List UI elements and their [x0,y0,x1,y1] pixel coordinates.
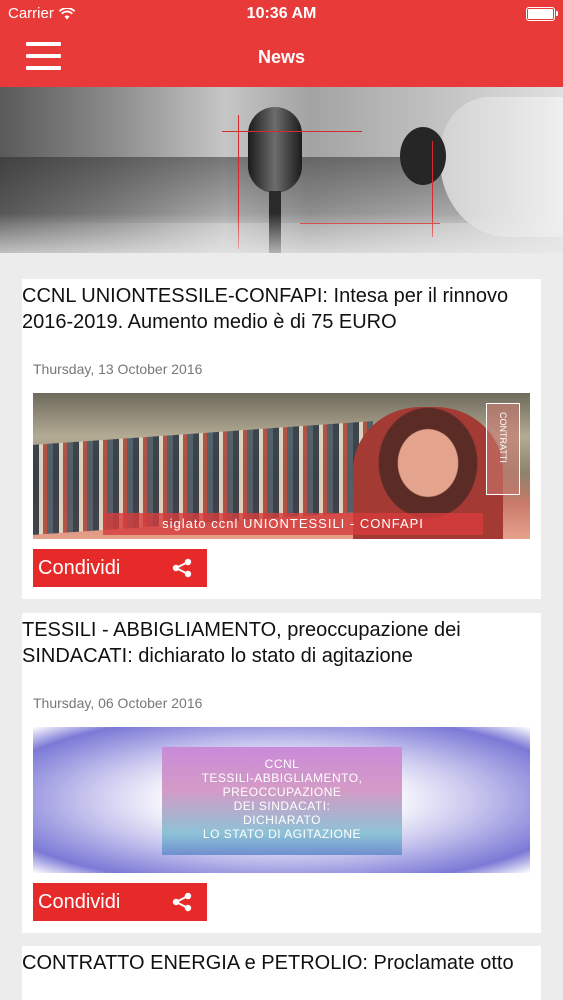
page-title: News [257,47,306,67]
clock: 10:36 AM [246,5,317,22]
hero-banner-image [0,87,563,253]
news-title[interactable]: CCNL UNIONTESSILE-CONFAPI: Intesa per il… [22,279,541,335]
news-card[interactable]: CONTRATTO ENERGIA e PETROLIO: Proclamate… [22,946,541,1000]
status-bar: Carrier 10:36 AM [0,0,563,30]
image-caption: siglato ccnl UNIONTESSILI - CONFAPI [103,513,483,535]
share-icon [172,558,192,578]
share-button-label: Condividi [38,556,121,579]
microphone-icon [248,107,302,193]
news-image[interactable]: CONTRATTI siglato ccnl UNIONTESSILI - CO… [33,393,530,539]
share-icon [172,892,192,912]
share-button[interactable]: Condividi [33,549,207,587]
battery-icon [526,7,558,21]
news-title[interactable]: TESSILI - ABBIGLIAMENTO, preoccupazione … [22,613,541,669]
navigation-bar: News [0,30,563,87]
news-date: Thursday, 13 October 2016 [33,361,203,377]
share-button[interactable]: Condividi [33,883,207,921]
news-card[interactable]: CCNL UNIONTESSILE-CONFAPI: Intesa per il… [22,279,541,599]
news-title[interactable]: CONTRATTO ENERGIA e PETROLIO: Proclamate… [22,946,541,976]
news-card[interactable]: TESSILI - ABBIGLIAMENTO, preoccupazione … [22,613,541,933]
news-image[interactable]: CCNL TESSILI-ABBIGLIAMENTO, PREOCCUPAZIO… [33,727,530,873]
app-header: Carrier 10:36 AM News [0,0,563,87]
news-date: Thursday, 06 October 2016 [33,695,203,711]
image-caption: CCNL TESSILI-ABBIGLIAMENTO, PREOCCUPAZIO… [201,757,363,841]
image-badge: CONTRATTI [486,403,520,495]
share-button-label: Condividi [38,890,121,913]
